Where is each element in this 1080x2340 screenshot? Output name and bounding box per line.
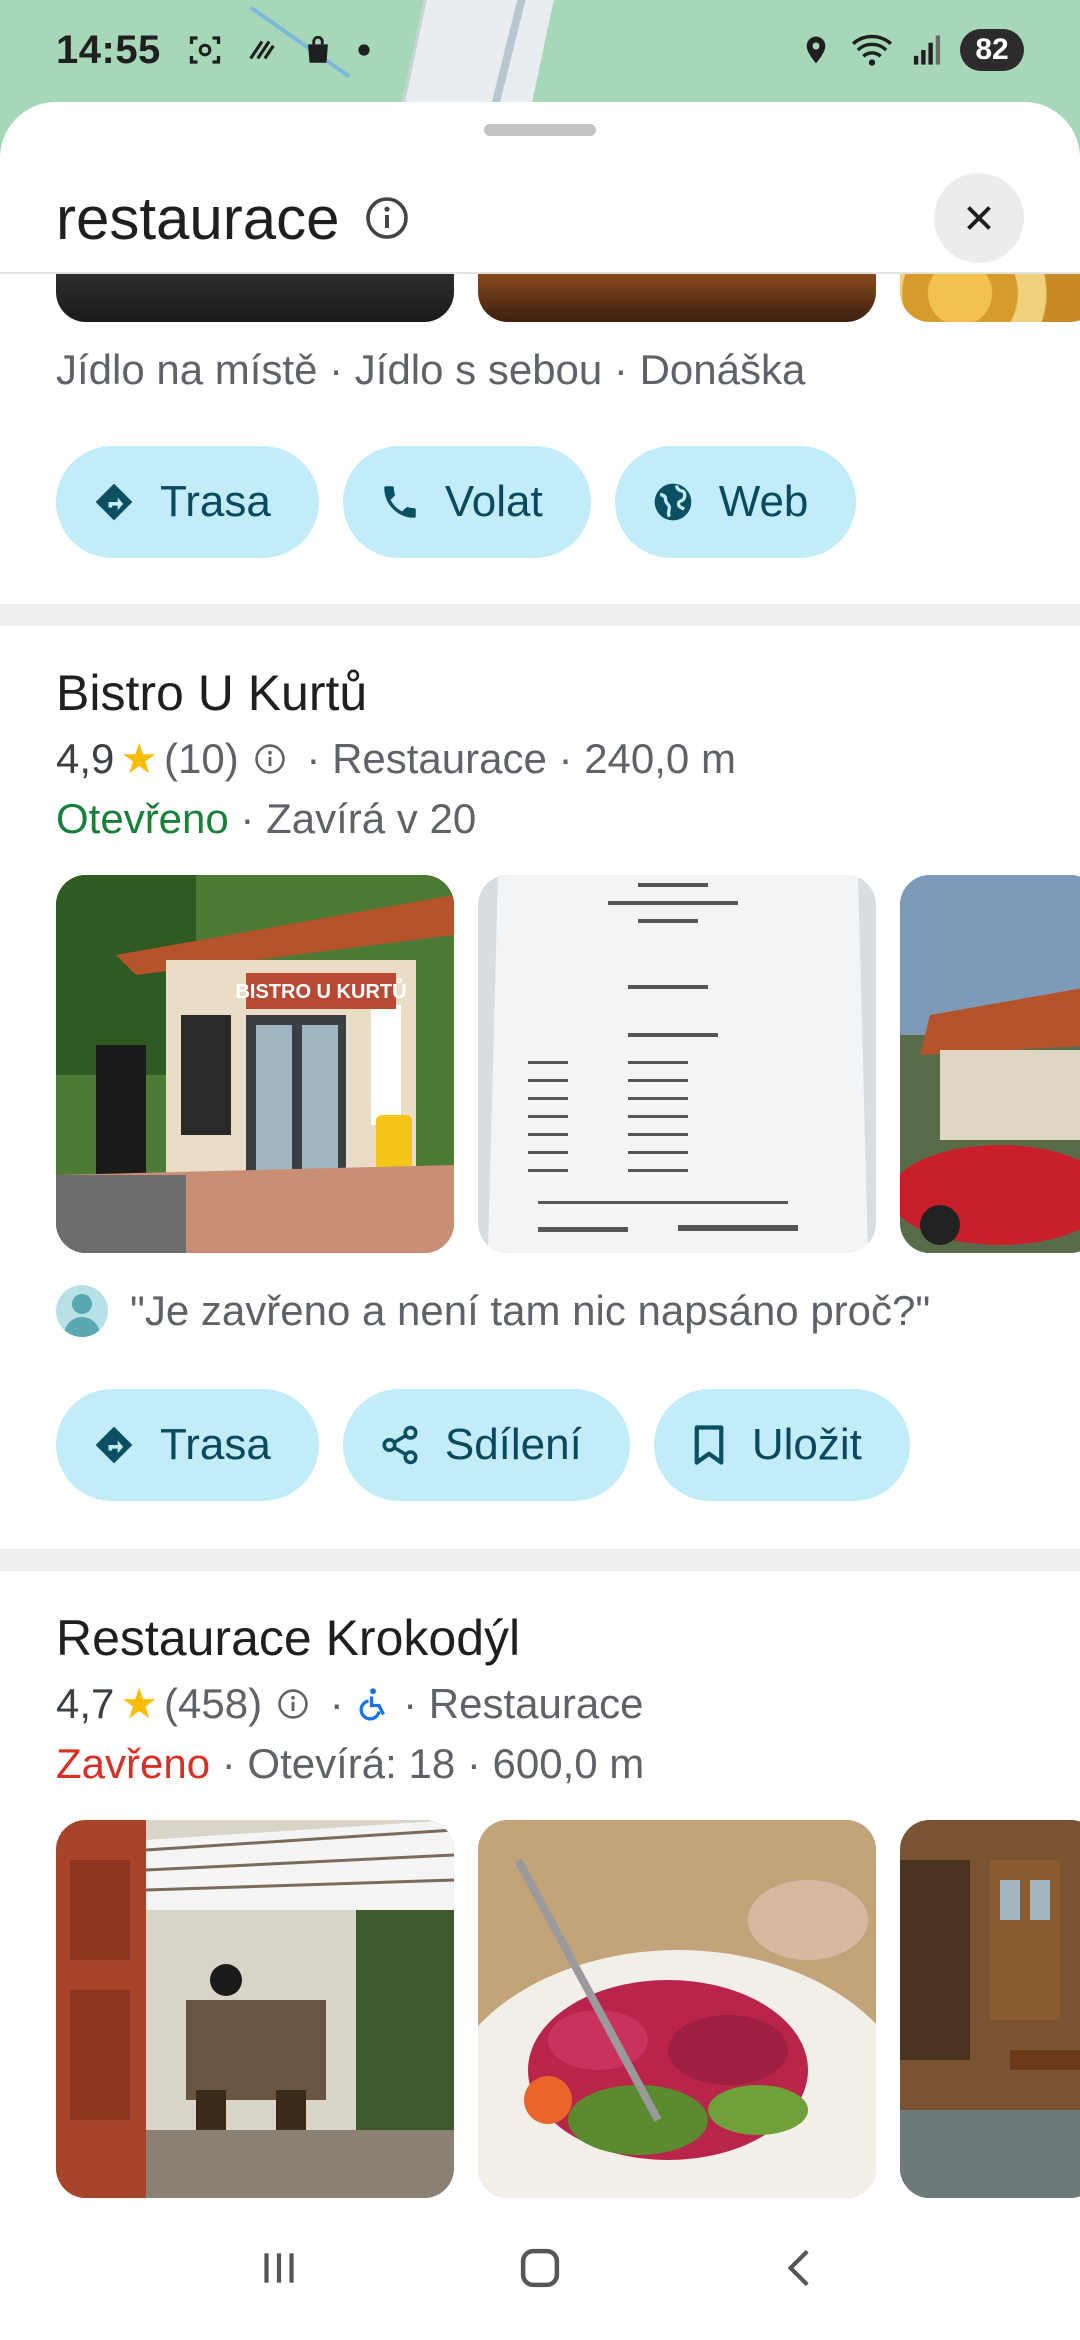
hours-row: Otevřeno · Zavírá v 20 (56, 795, 1024, 843)
share-button[interactable]: Sdílení (342, 1389, 630, 1501)
review-count: (458) (164, 1679, 263, 1727)
share-icon (382, 1425, 418, 1465)
website-button[interactable]: Web (614, 446, 857, 558)
battery-indicator: 82 (960, 29, 1024, 71)
photo-strip[interactable]: BISTRO U KURTŮ (56, 875, 1080, 1255)
globe-icon (654, 483, 692, 521)
location-icon (800, 34, 832, 66)
place-photo[interactable] (900, 274, 1080, 322)
sheet-drag-handle[interactable] (484, 124, 596, 136)
shopping-bag-icon (301, 33, 335, 67)
separator-dot: · (228, 795, 267, 842)
review-snippet: "Je zavřeno a není tam nic napsáno proč?… (130, 1287, 931, 1334)
service-options: Jídlo na místě · Jídlo s sebou · Donáška (56, 346, 806, 393)
status-time: 14:55 (56, 27, 161, 72)
place-card[interactable]: Bistro U Kurtů 4,9 ★ (10) · Restaurace ·… (0, 664, 1080, 843)
place-name[interactable]: Bistro U Kurtů (56, 664, 1024, 722)
closed-status: Zavřeno (56, 1740, 211, 1787)
star-icon: ★ (120, 735, 159, 782)
photo-strip[interactable] (56, 1820, 1080, 2200)
review-snippet-row[interactable]: "Je zavřeno a není tam nic napsáno proč?… (0, 1285, 1080, 1337)
results-title: restaurace (56, 184, 340, 252)
separator-dot: · (391, 1679, 429, 1727)
wheelchair-icon (355, 1684, 391, 1724)
place-rating-row: 4,7 ★ (458) · · Restaurace (56, 1679, 1024, 1728)
info-icon[interactable] (253, 742, 287, 776)
info-icon[interactable] (276, 1687, 310, 1721)
directions-button[interactable]: Trasa (56, 1389, 319, 1501)
call-label: Volat (444, 477, 543, 526)
status-right-icons: 82 (800, 29, 1024, 71)
close-icon (967, 206, 991, 230)
directions-icon (95, 483, 133, 521)
directions-button[interactable]: Trasa (56, 446, 319, 558)
place-card[interactable]: Restaurace Krokodýl 4,7 ★ (458) · · Rest… (0, 1609, 1080, 1788)
rating-value: 4,7 (56, 1679, 115, 1727)
call-button[interactable]: Volat (342, 446, 591, 558)
directions-label: Trasa (160, 1420, 271, 1469)
separator-dot: · (294, 734, 333, 782)
rating-value: 4,9 (56, 734, 115, 782)
directions-icon (95, 1426, 133, 1464)
place-photo[interactable] (478, 274, 876, 322)
separator-dot: · (318, 1679, 356, 1727)
section-separator (0, 604, 1080, 626)
results-list[interactable]: Jídlo na místě · Jídlo s sebou · Donáška… (0, 274, 1080, 2200)
dot-icon (357, 43, 371, 57)
recent-apps-icon[interactable] (254, 2243, 304, 2298)
place-photo[interactable] (478, 875, 876, 1253)
back-icon[interactable] (776, 2243, 826, 2298)
close-button[interactable] (934, 173, 1024, 263)
screenshot-icon (187, 32, 223, 68)
place-rating-row: 4,9 ★ (10) · Restaurace · 240,0 m (56, 734, 1024, 783)
status-bar: 14:55 82 (0, 0, 1080, 100)
place-photo[interactable] (900, 1820, 1080, 2198)
place-photo[interactable] (478, 1820, 876, 2198)
results-sheet[interactable]: restaurace Jídlo na místě · Jídlo s sebo… (0, 102, 1080, 2240)
closing-time: Zavírá v 20 (266, 795, 477, 842)
place-photo[interactable]: BISTRO U KURTŮ (56, 875, 454, 1253)
place-category: Restaurace (428, 1679, 644, 1727)
share-label: Sdílení (444, 1420, 582, 1469)
place-category: Restaurace (332, 734, 547, 782)
first-place-actions: Trasa Volat Web (0, 446, 1080, 558)
photo-strip-partial[interactable] (56, 274, 1080, 322)
info-icon[interactable] (363, 194, 411, 242)
website-label: Web (718, 477, 809, 526)
place-name[interactable]: Restaurace Krokodýl (56, 1609, 1024, 1667)
status-left-icons (187, 32, 371, 68)
place-actions: Trasa Sdílení Uložit (0, 1389, 1080, 1501)
wifi-icon (850, 32, 894, 68)
nfc-icon (245, 33, 279, 67)
place-photo[interactable] (900, 875, 1080, 1253)
bookmark-icon (694, 1425, 724, 1465)
phone-icon (384, 486, 416, 518)
separator-dot: · (546, 734, 585, 782)
hours-row: Zavřeno · Otevírá: 18 · 600,0 m (56, 1740, 1024, 1788)
star-icon: ★ (120, 1680, 159, 1727)
opening-time: Otevírá: 18 · 600,0 m (247, 1740, 645, 1787)
save-label: Uložit (751, 1420, 862, 1469)
separator-dot: · (210, 1740, 248, 1787)
directions-label: Trasa (160, 477, 271, 526)
avatar (56, 1285, 108, 1337)
place-photo[interactable] (56, 274, 454, 322)
place-distance: 240,0 m (584, 734, 736, 782)
open-status: Otevřeno (56, 795, 229, 842)
signal-icon (912, 34, 942, 66)
system-nav-bar (0, 2200, 1080, 2340)
review-count: (10) (164, 734, 239, 782)
place-photo[interactable] (56, 1820, 454, 2198)
home-icon[interactable] (513, 2241, 567, 2300)
section-separator (0, 1549, 1080, 1571)
results-header: restaurace (0, 162, 1080, 274)
bistro-sign-text: BISTRO U KURTŮ (235, 977, 406, 1003)
save-button[interactable]: Uložit (653, 1389, 910, 1501)
